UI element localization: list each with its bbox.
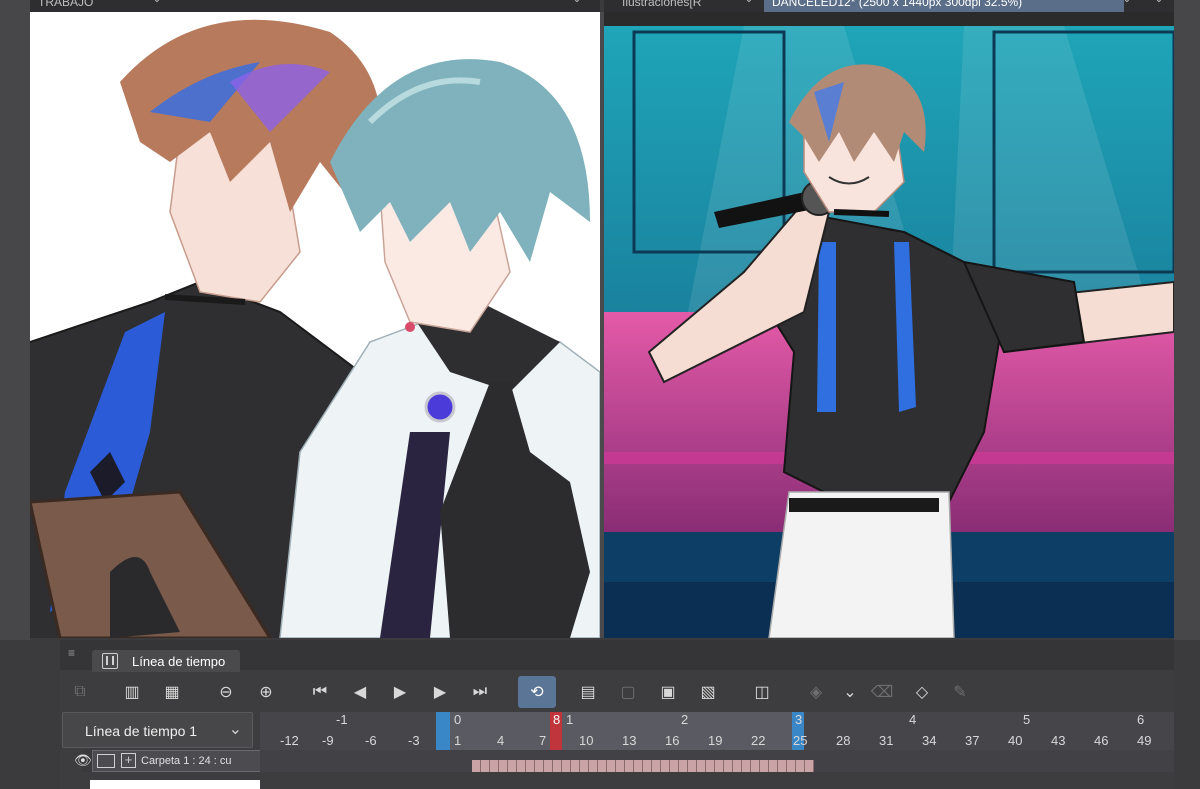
loop-playback-icon[interactable]: ⟲ <box>518 676 556 708</box>
ruler-second-label: -1 <box>336 712 348 727</box>
playhead-frame-label: 8 <box>553 712 561 727</box>
animation-folder-icon <box>97 754 115 768</box>
ruler-frame-label: 16 <box>665 733 680 748</box>
layer-name: Carpeta 1 : 24 : cu <box>141 755 232 767</box>
ruler-frame-label: 34 <box>922 733 937 748</box>
ruler-frame-label: 49 <box>1137 733 1152 748</box>
ruler-frame-label: 25 <box>793 733 808 748</box>
ruler-frame-label: 19 <box>708 733 723 748</box>
new-cel-icon[interactable]: ▤ <box>574 678 602 706</box>
onion-skin-icon[interactable]: ⧉ <box>66 678 94 706</box>
timeline-icon <box>102 653 118 669</box>
go-to-last-frame-icon[interactable]: ⏭ <box>466 678 494 706</box>
timeline-selector-value: Línea de tiempo 1 <box>85 723 198 739</box>
ruler-second-label: 2 <box>681 712 689 727</box>
timeline-panel: ≡ Línea de tiempo ⧉ ▥ ▦ ⊖ ⊕ ⏮ ◀ ▶ ▶ ⏭ ⟲ … <box>60 640 1174 789</box>
ruler-frame-label: 46 <box>1094 733 1109 748</box>
timeline-selector[interactable]: Línea de tiempo 1 ⌄ <box>62 712 253 748</box>
ruler-second-label: 1 <box>566 712 574 727</box>
ruler-frame-label: 10 <box>579 733 594 748</box>
layer-name-box[interactable]: + Carpeta 1 : 24 : cu ≡ <box>92 750 270 772</box>
ruler-frame-label: 4 <box>497 733 505 748</box>
tab-dropdown-icon[interactable]: ⌄ <box>742 0 756 8</box>
layer-thumbnail <box>90 780 260 789</box>
character-illustration-image <box>30 12 600 638</box>
ruler-frame-label: 40 <box>1008 733 1023 748</box>
ruler-second-label: 4 <box>909 712 917 727</box>
add-tween-icon[interactable]: ◈ <box>802 678 830 706</box>
light-table-icon[interactable]: ◫ <box>748 678 776 706</box>
play-icon[interactable]: ▶ <box>386 678 414 706</box>
right-canvas[interactable] <box>604 12 1174 638</box>
ruler-frame-label: -12 <box>280 733 299 748</box>
zoom-out-icon[interactable]: ⊖ <box>212 678 240 706</box>
ruler-second-label: 6 <box>1137 712 1145 727</box>
pen-icon[interactable]: ✎ <box>946 678 974 706</box>
go-to-first-frame-icon[interactable]: ⏮ <box>306 678 334 706</box>
tab-dropdown-icon[interactable]: ⌄ <box>1120 0 1134 8</box>
dropdown-icon[interactable]: ⌄ <box>836 678 864 706</box>
ruler-frame-label: -9 <box>322 733 334 748</box>
ruler-frame-label: -3 <box>408 733 420 748</box>
ruler-frame-label: 43 <box>1051 733 1066 748</box>
tab-dropdown-icon[interactable]: ⌄ <box>150 0 164 8</box>
right-canvas-tabbar: Ilustraciones[R ⌄ DANCELED12* (2500 x 14… <box>604 0 1174 12</box>
delete-cel-icon[interactable]: ▢ <box>614 678 642 706</box>
ruler-second-label: 3 <box>795 712 803 727</box>
timeline-tab-label: Línea de tiempo <box>132 654 226 669</box>
left-canvas[interactable] <box>30 12 600 638</box>
previous-frame-icon[interactable]: ◀ <box>346 678 374 706</box>
keyframe-icon[interactable]: ◇ <box>908 678 936 706</box>
timeline-ruler[interactable]: -1 0 1 2 3 4 5 6 8 -12 -9 -6 -3 1 4 7 10… <box>260 712 1174 750</box>
ruler-frame-label: 28 <box>836 733 851 748</box>
zoom-in-icon[interactable]: ⊕ <box>252 678 280 706</box>
ruler-frame-label: 13 <box>622 733 637 748</box>
app-window: TRABAJO ⌄ ⌄ Ilustraciones[R ⌄ DANCELED12… <box>0 0 1200 789</box>
ruler-frame-label: 7 <box>539 733 547 748</box>
cel-specify-sound-icon[interactable]: ▧ <box>694 678 722 706</box>
ruler-frame-label: 37 <box>965 733 980 748</box>
ruler-second-label: 0 <box>454 712 462 727</box>
panel-menu-icon[interactable]: ≡ <box>68 646 82 660</box>
ruler-frame-label: -6 <box>365 733 377 748</box>
timeline-layer-row[interactable]: 👁 + Carpeta 1 : 24 : cu ≡ <box>74 750 1174 772</box>
new-animation-cel-icon[interactable]: ▦ <box>158 678 186 706</box>
timeline-toolbar: ⧉ ▥ ▦ ⊖ ⊕ ⏮ ◀ ▶ ▶ ⏭ ⟲ ▤ ▢ ▣ ▧ ◫ ◈ ⌄ ⌫ ◇ … <box>60 672 1174 712</box>
tab-danceled12[interactable]: DANCELED12* (2500 x 1440px 300dpi 32.5%) <box>764 0 1124 12</box>
chevron-down-icon[interactable]: ⌄ <box>1152 0 1166 8</box>
ruler-frame-label: 31 <box>879 733 894 748</box>
new-animation-folder-icon[interactable]: ▥ <box>118 678 146 706</box>
tab-timeline[interactable]: Línea de tiempo <box>92 650 240 672</box>
cel-block[interactable] <box>472 760 814 772</box>
visibility-eye-icon[interactable]: 👁 <box>74 752 92 769</box>
cel-track[interactable] <box>260 750 1174 772</box>
ruler-second-label: 5 <box>1023 712 1031 727</box>
chevron-down-icon: ⌄ <box>228 721 242 738</box>
left-canvas-tabbar: TRABAJO ⌄ ⌄ <box>30 0 600 12</box>
left-edge-strip <box>0 0 30 640</box>
ruler-frame-label: 22 <box>751 733 766 748</box>
chevron-down-icon[interactable]: ⌄ <box>570 0 584 8</box>
timeline-header: ≡ Línea de tiempo <box>60 640 1174 672</box>
expand-icon[interactable]: + <box>121 753 136 768</box>
cel-specify-icon[interactable]: ▣ <box>654 678 682 706</box>
right-edge-strip <box>1174 0 1200 640</box>
delete-frame-icon[interactable]: ⌫ <box>868 678 896 706</box>
tab-trabajo[interactable]: TRABAJO <box>30 0 160 12</box>
ruler-frame-label: 1 <box>454 733 462 748</box>
singer-illustration-image <box>604 26 1174 638</box>
start-marker[interactable] <box>436 712 450 750</box>
next-frame-icon[interactable]: ▶ <box>426 678 454 706</box>
